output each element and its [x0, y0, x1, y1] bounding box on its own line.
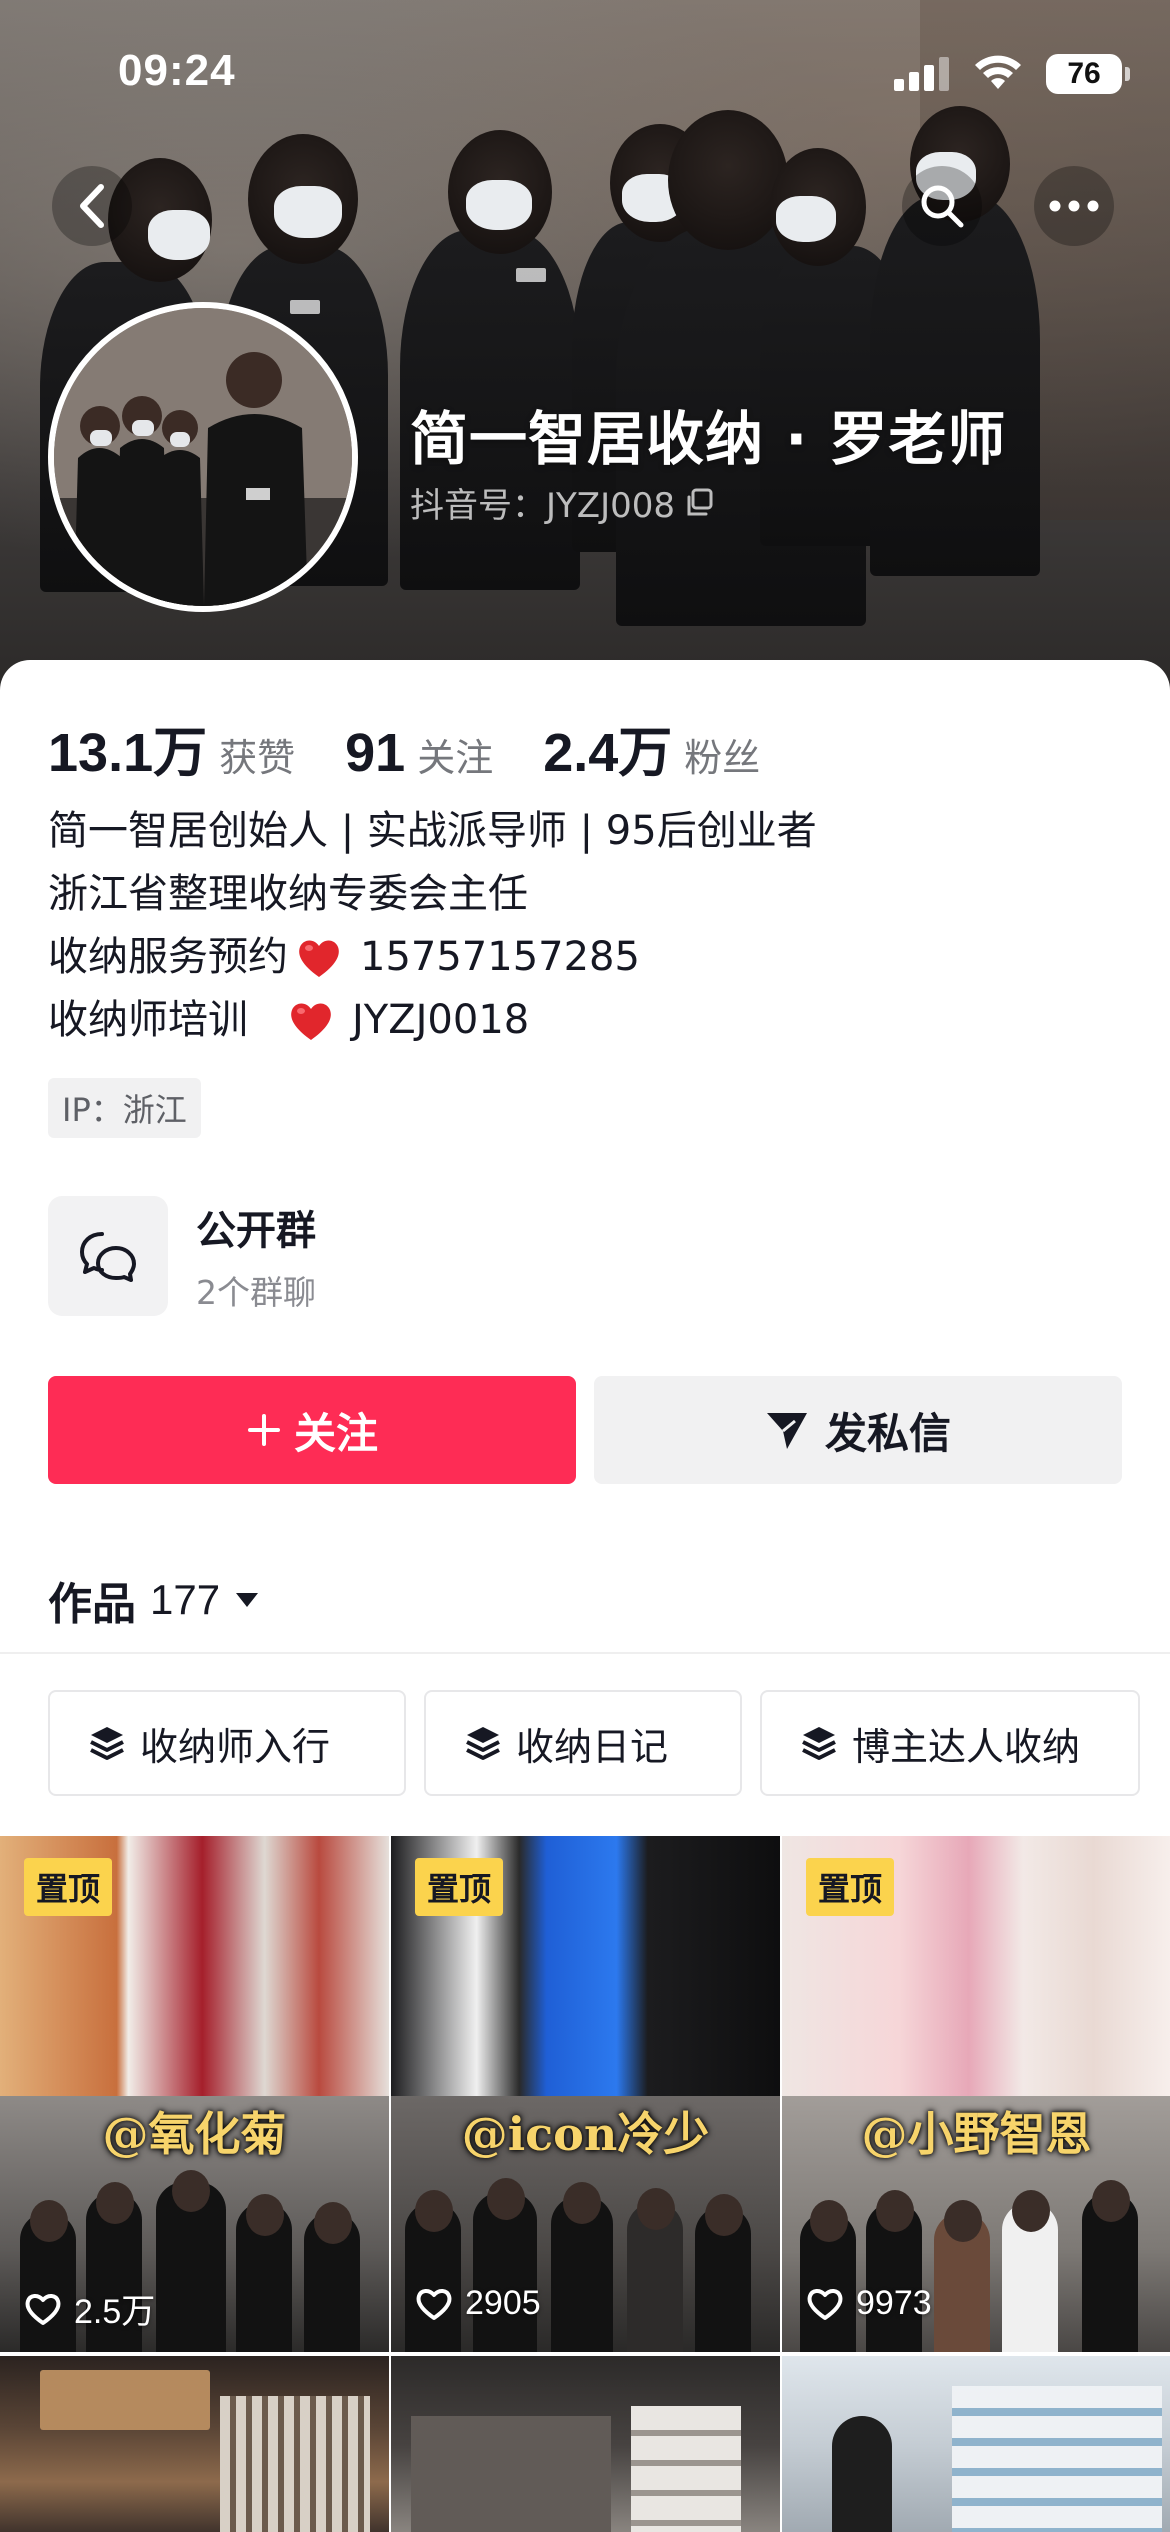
follow-button-label: 关注 — [293, 1408, 378, 1458]
more-button[interactable] — [1034, 166, 1114, 246]
stat-label: 关注 — [417, 736, 494, 780]
back-button[interactable] — [52, 166, 132, 246]
bio-text: 收纳服务预约 — [48, 934, 288, 980]
stat-label: 获赞 — [219, 736, 296, 780]
video-thumbnail — [631, 2406, 741, 2532]
video-likes: 2.5万 — [24, 2284, 155, 2333]
status-time: 09:24 — [118, 46, 236, 95]
search-button[interactable] — [902, 166, 982, 246]
video-likes: 2905 — [415, 2284, 541, 2323]
more-dots-icon — [1049, 200, 1099, 212]
likes-count: 2905 — [465, 2284, 541, 2322]
video-tile[interactable]: 置顶 @小野智恩 9973 — [782, 1836, 1170, 2352]
collections-row: 收纳师入行 收纳日记 博主达人收纳 — [48, 1690, 1140, 1796]
layers-icon — [802, 1727, 836, 1760]
group-subtitle: 2个群聊 — [196, 1273, 316, 1312]
copy-icon[interactable] — [685, 488, 715, 518]
bio: 简一智居创始人 | 实战派导师 | 95后创业者 浙江省整理收纳专委会主任 收纳… — [48, 800, 817, 1052]
collection-label: 收纳师入行 — [140, 1724, 331, 1769]
video-caption: @小野智恩 — [861, 2107, 1092, 2161]
profile-name: 简一智居收纳 · 罗老师 — [410, 405, 1007, 473]
likes-count: 9973 — [856, 2284, 932, 2322]
collection-label: 收纳日记 — [516, 1724, 669, 1769]
profile-page: 09:24 76 简一智居收纳 · 罗老师 抖音号：JYZJ008 13.1万 … — [0, 0, 1170, 2532]
bio-line: 收纳服务预约 15757157285 — [48, 926, 817, 989]
group-chat-icon-box — [48, 1196, 168, 1316]
group-chat-icon — [80, 1232, 136, 1282]
layers-icon — [466, 1727, 500, 1760]
stat-following[interactable]: 91 关注 — [345, 722, 493, 784]
message-button[interactable]: 发私信 — [594, 1376, 1122, 1484]
heart-emoji-icon — [291, 1002, 331, 1040]
collection-chip[interactable]: 收纳师入行 — [48, 1690, 406, 1796]
group-title: 公开群 — [196, 1208, 316, 1254]
stat-likes[interactable]: 13.1万 获赞 — [48, 708, 295, 787]
stat-value: 91 — [345, 723, 406, 783]
works-count: 177 — [150, 1576, 221, 1623]
works-label: 作品 — [48, 1579, 136, 1630]
bio-phone: 15757157285 — [360, 934, 640, 980]
follow-button[interactable]: 关注 — [48, 1376, 576, 1484]
video-grid: 置顶 @氧化菊 2.5万 置顶 @icon冷少 2905 置顶 @小野智恩 99… — [0, 1836, 1170, 2532]
bio-line: 简一智居创始人 | 实战派导师 | 95后创业者 — [48, 808, 817, 854]
pinned-badge: 置顶 — [415, 1858, 504, 1916]
douyin-id-text: 抖音号：JYZJ008 — [410, 486, 676, 526]
video-tile[interactable]: 置顶 @icon冷少 2905 — [391, 1836, 780, 2352]
search-icon — [921, 185, 964, 228]
video-tile[interactable] — [391, 2356, 780, 2532]
heart-emoji-icon — [299, 939, 339, 977]
stat-label: 粉丝 — [684, 736, 761, 780]
pinned-badge: 置顶 — [806, 1858, 895, 1916]
avatar[interactable] — [48, 302, 358, 612]
caret-down-icon — [236, 1593, 259, 1607]
video-thumbnail — [40, 2370, 210, 2430]
bio-text: 收纳师培训 — [48, 997, 248, 1043]
cover-photo: 09:24 76 简一智居收纳 · 罗老师 抖音号：JYZJ008 — [0, 0, 1170, 700]
message-button-label: 发私信 — [824, 1408, 951, 1458]
public-group-entry[interactable]: 公开群 2个群聊 — [48, 1196, 316, 1316]
stats-row: 13.1万 获赞 91 关注 2.4万 粉丝 — [48, 708, 810, 787]
battery-indicator: 76 — [1046, 54, 1130, 94]
collection-chip[interactable]: 收纳日记 — [424, 1690, 742, 1796]
stat-value: 13.1万 — [48, 723, 208, 783]
douyin-id[interactable]: 抖音号：JYZJ008 — [410, 478, 715, 527]
video-tile[interactable]: 置顶 @氧化菊 2.5万 — [0, 1836, 389, 2352]
bio-code: JYZJ0018 — [352, 997, 530, 1043]
wifi-icon — [975, 55, 1021, 89]
heart-outline-icon — [807, 2288, 843, 2320]
layers-icon — [90, 1727, 124, 1760]
pinned-badge: 置顶 — [24, 1858, 113, 1916]
video-tile[interactable] — [0, 2356, 389, 2532]
likes-count: 2.5万 — [74, 2293, 156, 2331]
group-text: 公开群 2个群聊 — [196, 1198, 316, 1314]
divider — [0, 1652, 1170, 1654]
ip-location-tag: IP：浙江 — [48, 1078, 201, 1138]
status-icons: 76 — [894, 54, 1130, 94]
avatar-photo — [54, 308, 352, 606]
video-likes: 9973 — [806, 2284, 932, 2323]
bio-line: 收纳师培训 JYZJ0018 — [48, 989, 817, 1052]
chevron-left-icon — [80, 184, 104, 228]
send-icon — [766, 1413, 807, 1449]
video-caption: @icon冷少 — [461, 2107, 710, 2161]
works-tab[interactable]: 作品 177 — [48, 1568, 260, 1632]
video-thumbnail — [952, 2386, 1162, 2532]
collection-label: 博主达人收纳 — [852, 1724, 1081, 1769]
stat-followers[interactable]: 2.4万 粉丝 — [543, 708, 760, 787]
bio-line: 浙江省整理收纳专委会主任 — [48, 871, 528, 917]
video-tile[interactable] — [782, 2356, 1170, 2532]
heart-outline-icon — [25, 2293, 61, 2325]
cellular-signal-icon — [894, 57, 949, 91]
heart-outline-icon — [416, 2288, 452, 2320]
plus-icon — [247, 1414, 280, 1446]
stat-value: 2.4万 — [543, 723, 673, 783]
collection-chip[interactable]: 博主达人收纳 — [760, 1690, 1140, 1796]
video-caption: @氧化菊 — [102, 2107, 287, 2161]
